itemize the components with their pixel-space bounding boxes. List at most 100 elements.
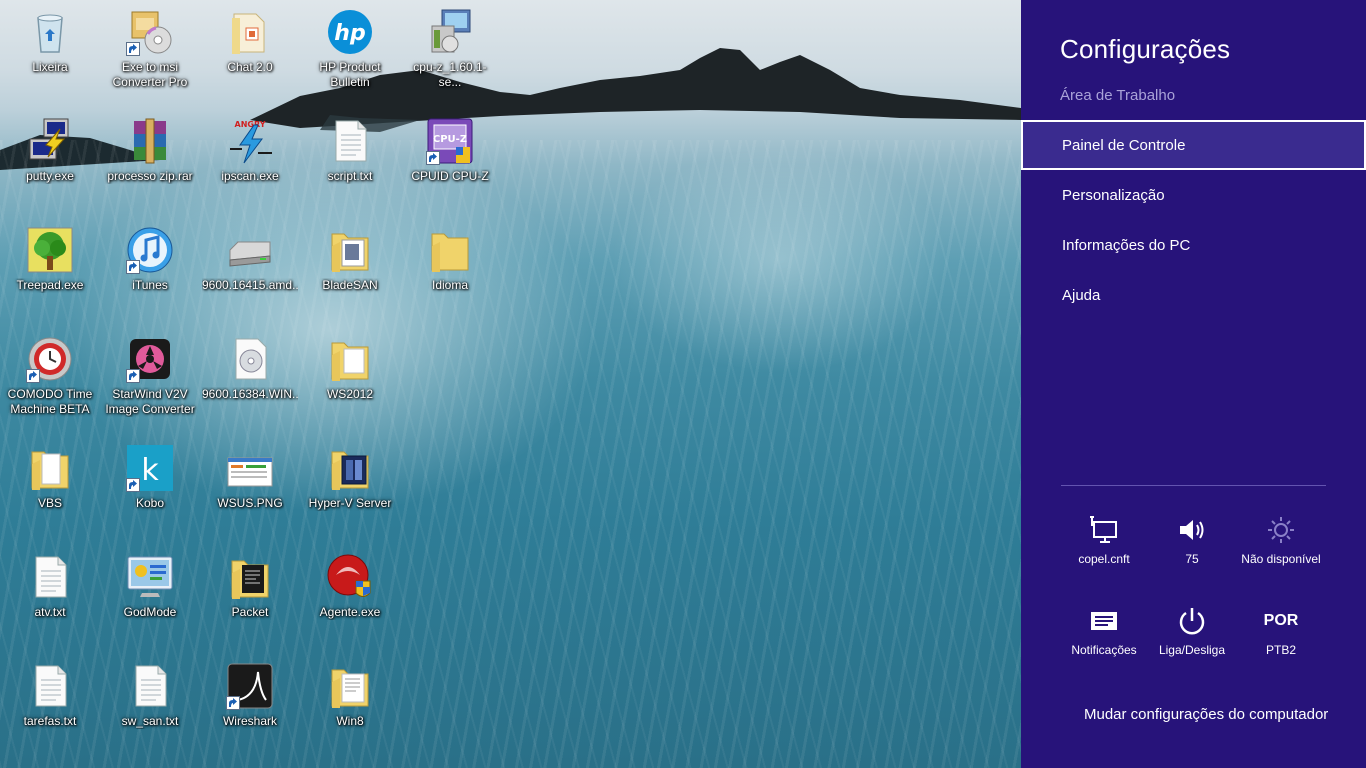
setup-package-icon <box>426 8 474 56</box>
putty-icon <box>26 117 74 165</box>
desktop-icon-comodo[interactable]: COMODO Time Machine BETA <box>2 335 98 417</box>
svg-text:k: k <box>141 453 159 488</box>
desktop-icon-itunes[interactable]: iTunes <box>102 226 198 293</box>
icon-label: WSUS.PNG <box>217 496 283 510</box>
link-ajuda[interactable]: Ajuda <box>1021 270 1366 320</box>
desktop-icon-godmode[interactable]: GodMode <box>102 553 198 620</box>
folder-icon <box>426 226 474 274</box>
text-file-icon <box>126 662 174 710</box>
folder-icon <box>26 444 74 492</box>
tile-keyboard-language[interactable]: POR PTB2 <box>1236 603 1326 657</box>
desktop-icon-idioma[interactable]: Idioma <box>402 226 498 293</box>
desktop-icon-atv-txt[interactable]: atv.txt <box>2 553 98 620</box>
svg-text:CPU-Z: CPU-Z <box>433 134 467 145</box>
icon-label: sw_san.txt <box>121 714 179 728</box>
folder-icon <box>226 553 274 601</box>
desktop-icon-starwind[interactable]: StarWind V2V Image Converter <box>102 335 198 417</box>
desktop-icon-vbs[interactable]: VBS <box>2 444 98 511</box>
folder-icon <box>326 444 374 492</box>
icon-label: WS2012 <box>326 387 374 401</box>
icon-label: atv.txt <box>34 605 66 619</box>
desktop-icon-treepad[interactable]: Treepad.exe <box>2 226 98 293</box>
icon-label: tarefas.txt <box>23 714 77 728</box>
tile-power[interactable]: Liga/Desliga <box>1147 603 1237 657</box>
folder-icon <box>326 335 374 383</box>
desktop-icon-cpuz-setup[interactable]: cpu-z_1.60.1-se... <box>402 8 498 90</box>
tile-brightness-label: Não disponível <box>1241 552 1321 566</box>
kobo-icon: k <box>126 444 174 492</box>
cpuz-icon: CPU-Z <box>426 117 474 165</box>
icon-label: StarWind V2V Image Converter <box>105 387 195 416</box>
desktop-icon-cpuid-cpuz[interactable]: CPU-Z CPUID CPU-Z <box>402 117 498 184</box>
icon-label: Lixeira <box>32 60 68 74</box>
charm-links: Painel de Controle Personalização Inform… <box>1021 120 1366 320</box>
icon-label: cpu-z_1.60.1-se... <box>413 60 487 89</box>
icon-label: iTunes <box>132 278 168 292</box>
shortcut-arrow-icon <box>226 696 240 710</box>
desktop-icon-bladesan[interactable]: BladeSAN <box>302 226 398 293</box>
desktop[interactable]: Lixeira Exe to msi Converter Pro Chat 2.… <box>0 0 1021 768</box>
tile-network[interactable]: copel.cnft <box>1059 512 1149 566</box>
icon-label: Packet <box>231 605 269 619</box>
tile-notifications[interactable]: Notificações <box>1059 603 1149 657</box>
link-informacoes-do-pc[interactable]: Informações do PC <box>1021 220 1366 270</box>
tile-volume[interactable]: 75 <box>1147 512 1237 566</box>
desktop-icon-packet[interactable]: Packet <box>202 553 298 620</box>
desktop-icon-wireshark[interactable]: Wireshark <box>202 662 298 729</box>
icon-label: Win8 <box>336 714 364 728</box>
charm-title: Configurações <box>1060 34 1231 64</box>
desktop-icon-tarefas-txt[interactable]: tarefas.txt <box>2 662 98 729</box>
itunes-icon <box>126 226 174 274</box>
svg-text:hp: hp <box>334 21 365 46</box>
desktop-icon-sw-san-txt[interactable]: sw_san.txt <box>102 662 198 729</box>
tile-brightness: Não disponível <box>1236 512 1326 566</box>
icon-label: Kobo <box>135 496 165 510</box>
link-personalizacao[interactable]: Personalização <box>1021 170 1366 220</box>
treepad-icon <box>26 226 74 274</box>
shortcut-arrow-icon <box>426 151 440 165</box>
desktop-icon-win8[interactable]: Win8 <box>302 662 398 729</box>
shortcut-arrow-icon <box>126 478 140 492</box>
desktop-icon-ws2012[interactable]: WS2012 <box>302 335 398 402</box>
image-file-icon <box>226 444 274 492</box>
recycle-bin-icon <box>26 8 74 56</box>
desktop-icon-agente[interactable]: Agente.exe <box>302 553 398 620</box>
desktop-icon-putty[interactable]: putty.exe <box>2 117 98 184</box>
keyboard-language-code-text: POR <box>1263 612 1299 629</box>
icon-label: Treepad.exe <box>16 278 84 292</box>
desktop-icon-script-txt[interactable]: script.txt <box>302 117 398 184</box>
desktop-icon-hp-bulletin[interactable]: hp HP Product Bulletin <box>302 8 398 90</box>
text-file-icon <box>26 662 74 710</box>
desktop-icon-exe-to-msi[interactable]: Exe to msi Converter Pro <box>102 8 198 90</box>
wireshark-icon <box>226 662 274 710</box>
charm-divider <box>1061 485 1326 486</box>
icon-label: processo zip.rar <box>107 169 193 183</box>
desktop-icon-9600-16384[interactable]: 9600.16384.WIN... <box>202 335 298 402</box>
desktop-icon-processo-zip[interactable]: processo zip.rar <box>102 117 198 184</box>
text-file-icon <box>26 553 74 601</box>
desktop-icon-wsus-png[interactable]: WSUS.PNG <box>202 444 298 511</box>
icon-label: Hyper-V Server <box>308 496 392 510</box>
change-pc-settings-link[interactable]: Mudar configurações do computador <box>1084 706 1328 723</box>
settings-charm-panel: Configurações Área de Trabalho Painel de… <box>1021 0 1366 768</box>
network-icon <box>1086 512 1122 548</box>
power-icon <box>1174 603 1210 639</box>
folder-icon <box>226 8 274 56</box>
desktop-icon-kobo[interactable]: k Kobo <box>102 444 198 511</box>
icon-label: CPUID CPU-Z <box>411 169 489 183</box>
ipscan-icon: ANGRY <box>226 117 274 165</box>
desktop-icon-hyperv[interactable]: Hyper-V Server <box>302 444 398 511</box>
keyboard-language-code: POR <box>1263 603 1299 639</box>
desktop-icon-lixeira[interactable]: Lixeira <box>2 8 98 75</box>
desktop-icon-9600-16415[interactable]: 9600.16415.amd... <box>202 226 298 293</box>
volume-icon <box>1174 512 1210 548</box>
tile-volume-label: 75 <box>1185 552 1199 566</box>
link-painel-de-controle[interactable]: Painel de Controle <box>1021 120 1366 170</box>
desktop-icon-ipscan[interactable]: ANGRY ipscan.exe <box>202 117 298 184</box>
shortcut-arrow-icon <box>126 260 140 274</box>
icon-label: script.txt <box>327 169 373 183</box>
desktop-icon-chat[interactable]: Chat 2.0 <box>202 8 298 75</box>
shortcut-arrow-icon <box>26 369 40 383</box>
tile-network-label: copel.cnft <box>1078 552 1130 566</box>
icon-label: putty.exe <box>26 169 74 183</box>
